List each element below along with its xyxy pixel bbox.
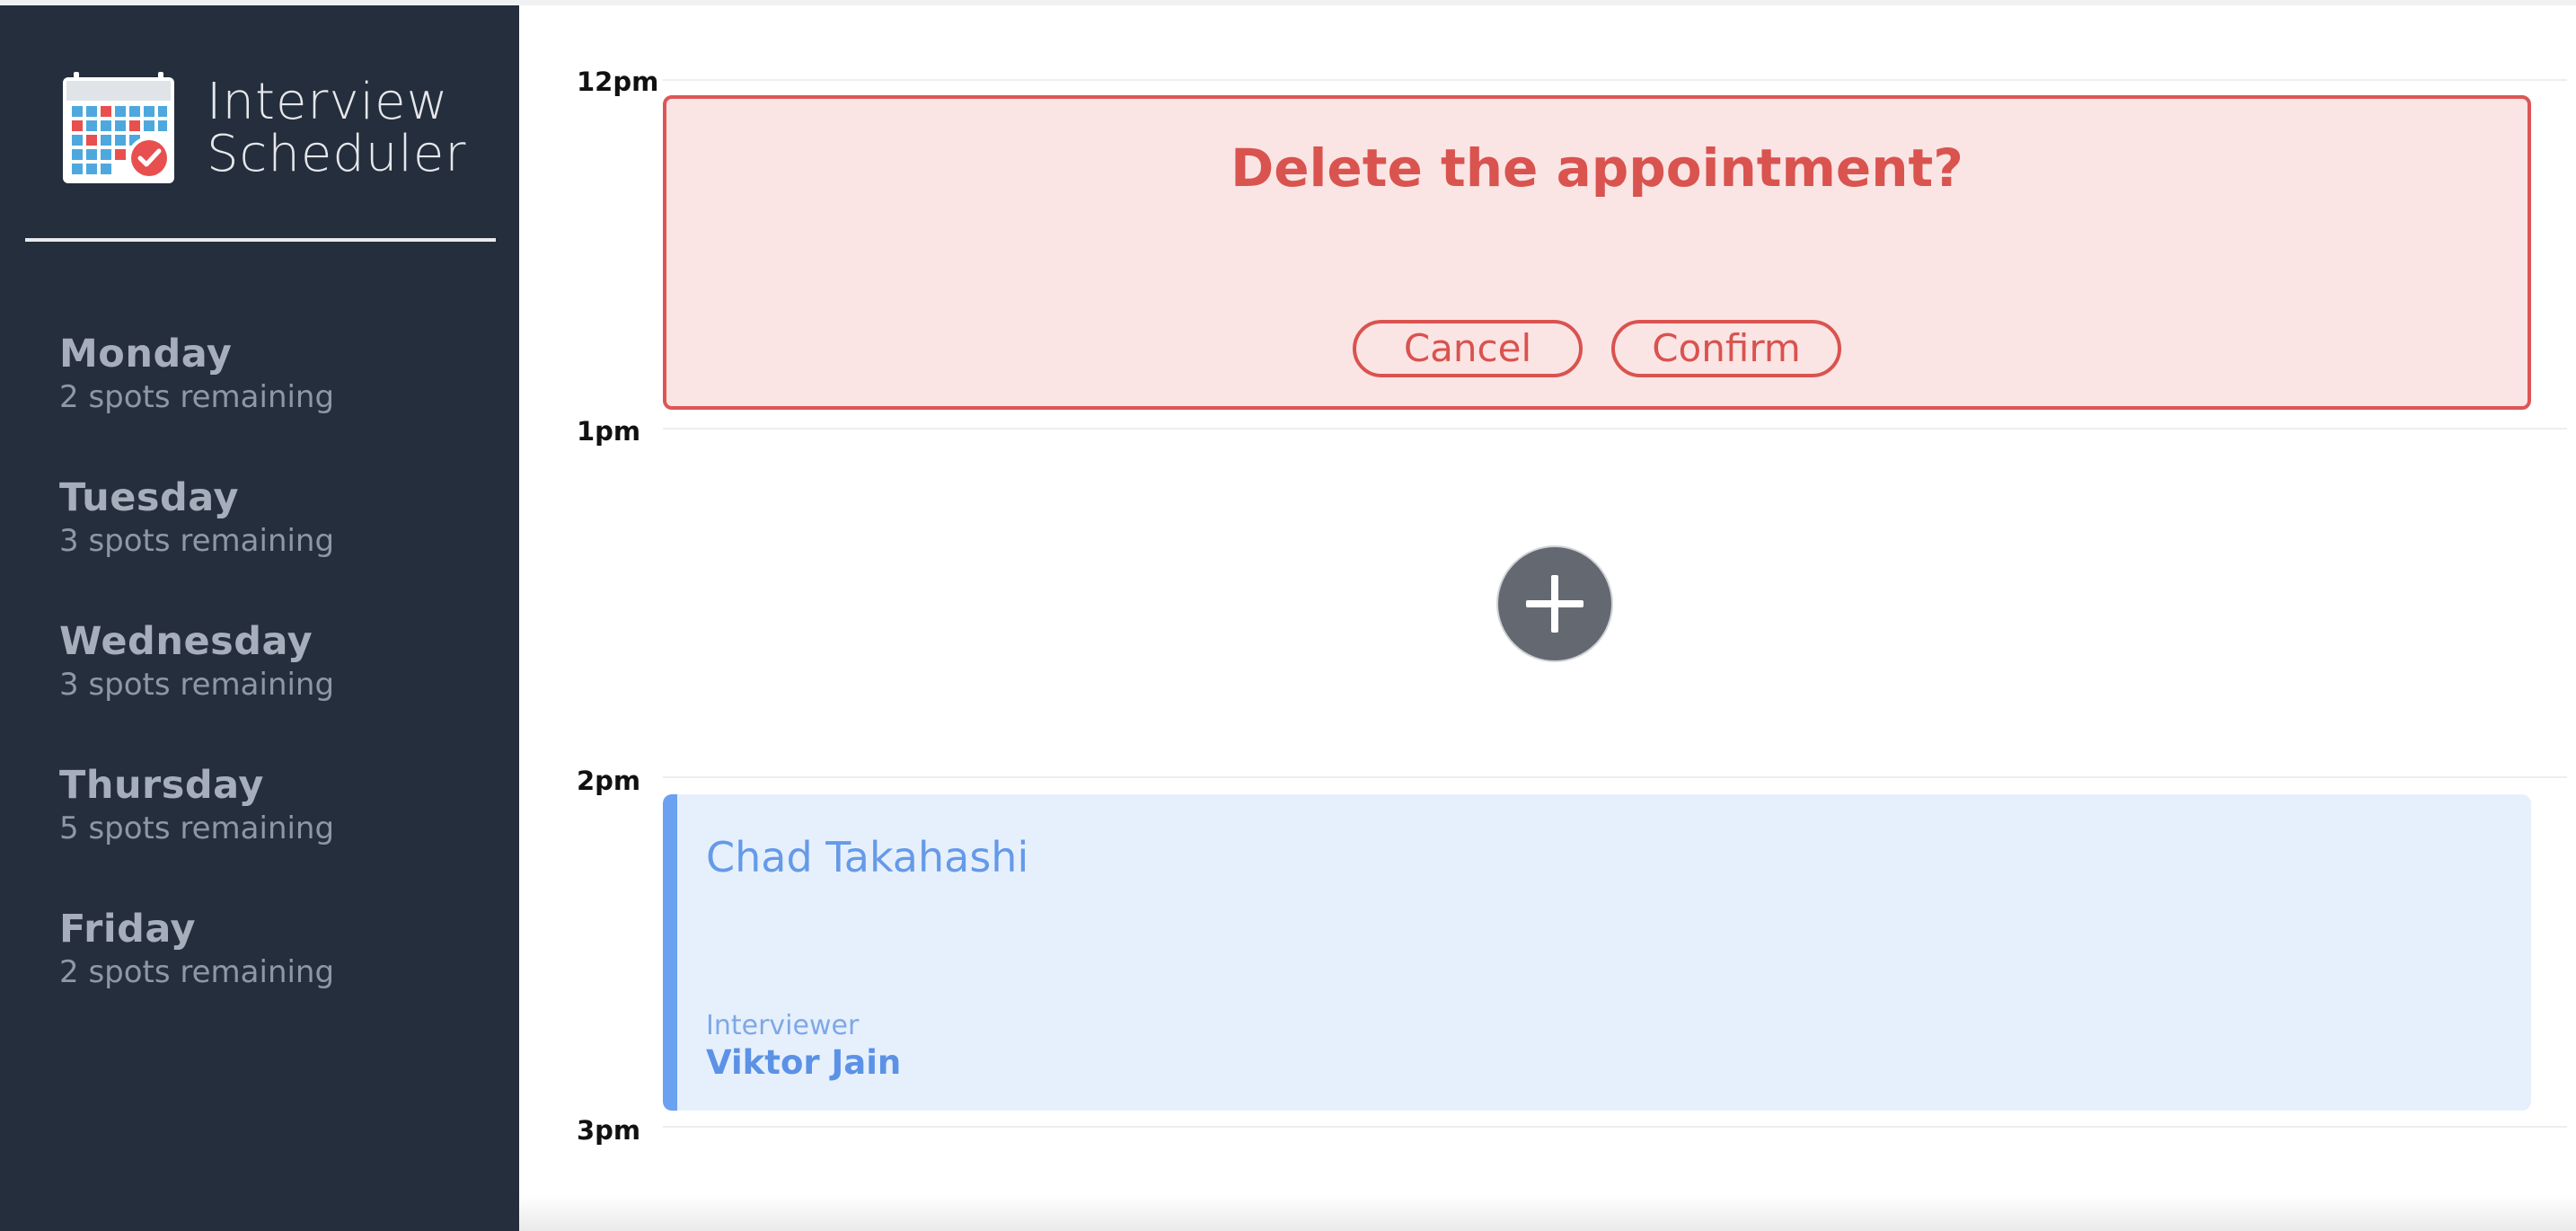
day-spots: 2 spots remaining <box>59 379 335 415</box>
day-name: Friday <box>59 907 197 952</box>
sidebar: Interview Scheduler Monday 2 spots remai… <box>0 5 519 1231</box>
time-divider <box>663 776 2567 778</box>
time-label-2pm: 2pm <box>577 766 641 796</box>
schedule: 12pm Delete the appointment? Cancel Conf… <box>519 5 2576 1231</box>
day-item-wednesday[interactable]: Wednesday 3 spots remaining <box>59 618 334 762</box>
day-list: Monday 2 spots remaining Tuesday 3 spots… <box>59 331 334 1049</box>
interviewer-name: Viktor Jain <box>706 1043 902 1082</box>
confirm-message: Delete the appointment? <box>1231 137 1963 199</box>
brand: Interview Scheduler <box>59 70 466 187</box>
student-name: Chad Takahashi <box>706 833 1029 881</box>
day-item-thursday[interactable]: Thursday 5 spots remaining <box>59 762 334 906</box>
bottom-shadow <box>519 1195 2576 1231</box>
day-spots: 2 spots remaining <box>59 954 335 990</box>
booked-appointment: Chad Takahashi Interviewer Viktor Jain <box>663 794 2531 1111</box>
interviewer-label: Interviewer <box>706 1010 860 1041</box>
day-name: Tuesday <box>59 475 239 520</box>
confirm-button[interactable]: Confirm <box>1611 320 1841 377</box>
day-name: Thursday <box>59 763 264 808</box>
time-divider <box>663 1126 2567 1128</box>
app-title-line2: Scheduler <box>207 125 467 183</box>
calendar-check-icon <box>63 72 174 183</box>
confirm-actions: Cancel Confirm <box>666 320 2527 377</box>
day-name: Wednesday <box>59 619 313 664</box>
time-label-1pm: 1pm <box>577 416 641 447</box>
app-title-line1: Interview <box>207 73 449 131</box>
day-spots: 5 spots remaining <box>59 810 335 846</box>
add-appointment-button[interactable] <box>1496 545 1613 662</box>
time-divider <box>663 79 2567 81</box>
day-name: Monday <box>59 332 233 376</box>
cancel-button[interactable]: Cancel <box>1353 320 1583 377</box>
app-title: Interview Scheduler <box>207 76 466 181</box>
time-label-12pm: 12pm <box>577 66 659 97</box>
delete-confirmation: Delete the appointment? Cancel Confirm <box>663 95 2531 410</box>
day-item-tuesday[interactable]: Tuesday 3 spots remaining <box>59 474 334 618</box>
day-item-friday[interactable]: Friday 2 spots remaining <box>59 906 334 1049</box>
sidebar-divider <box>25 238 496 242</box>
day-spots: 3 spots remaining <box>59 667 335 703</box>
time-divider <box>663 428 2567 430</box>
plus-icon <box>1526 575 1584 633</box>
time-label-3pm: 3pm <box>577 1115 641 1146</box>
day-spots: 3 spots remaining <box>59 523 335 559</box>
app-root: Interview Scheduler Monday 2 spots remai… <box>0 0 2576 1231</box>
day-item-monday[interactable]: Monday 2 spots remaining <box>59 331 334 474</box>
